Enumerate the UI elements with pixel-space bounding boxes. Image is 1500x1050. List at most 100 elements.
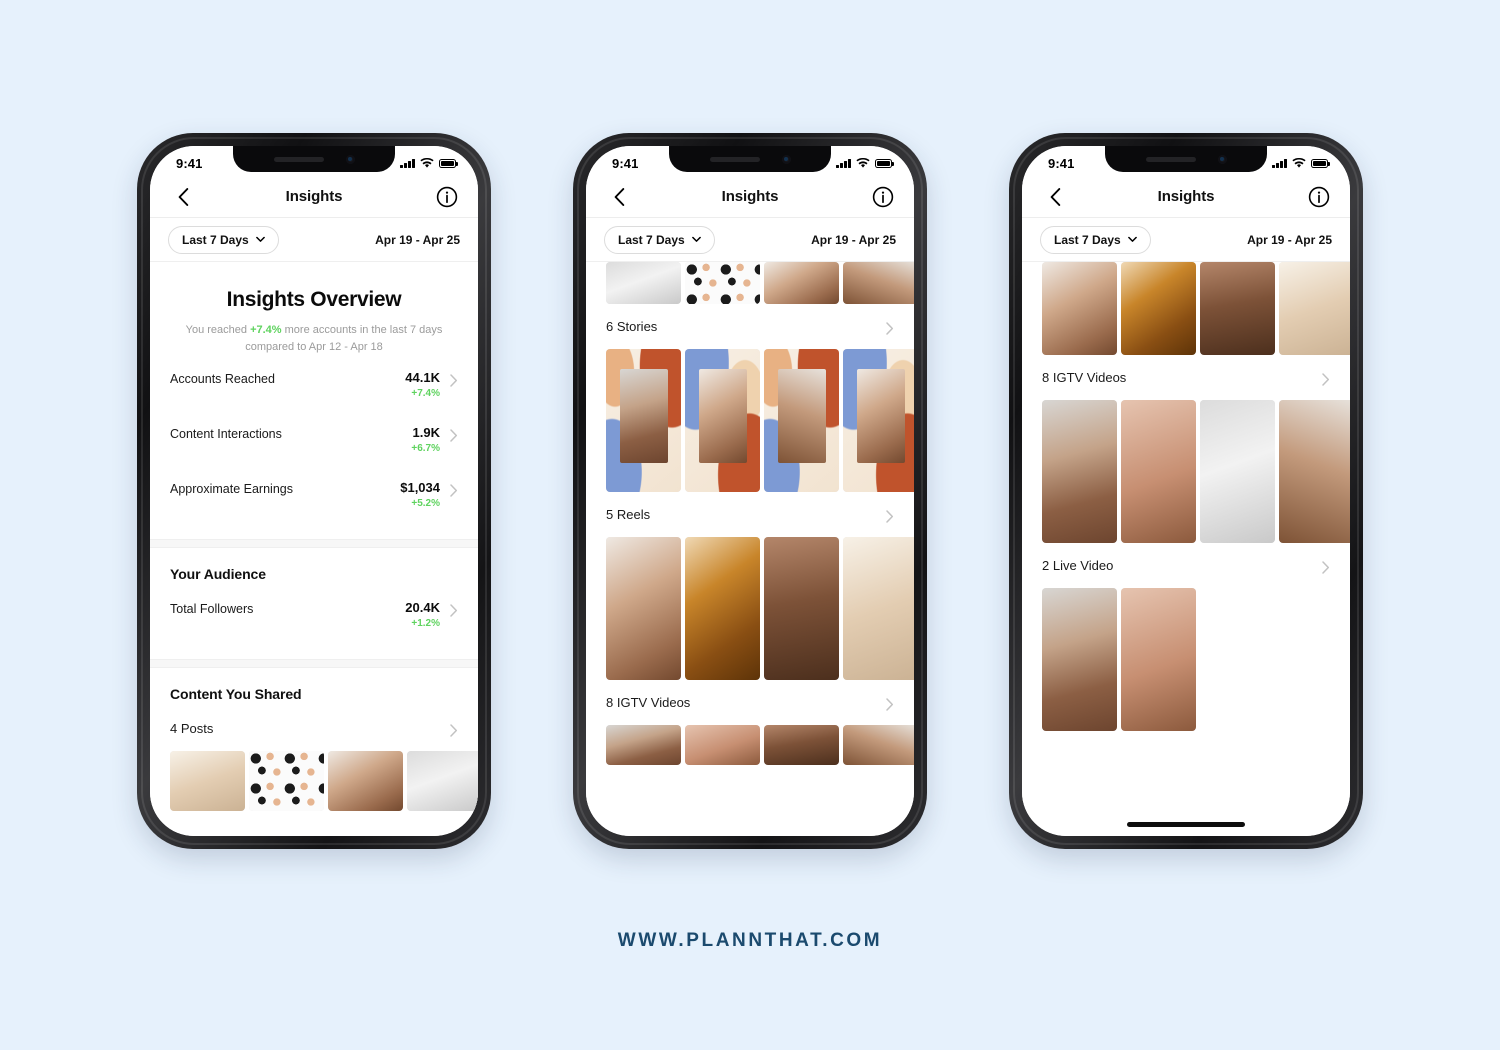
chevron-right-icon (886, 322, 894, 335)
story-thumbnail[interactable] (606, 349, 681, 492)
post-thumbnail[interactable] (685, 262, 760, 304)
metric-values: $1,034 +5.2% (400, 480, 440, 509)
date-range-selector[interactable]: Last 7 Days (168, 225, 279, 254)
igtv-section: 8 IGTV Videos (586, 680, 914, 723)
metric-value: 44.1K (405, 370, 440, 386)
date-range-selector-label: Last 7 Days (618, 232, 685, 247)
metric-delta: +1.2% (411, 618, 440, 630)
post-thumbnail[interactable] (764, 262, 839, 304)
stories-thumbnail-strip[interactable] (586, 347, 914, 492)
post-thumbnail[interactable] (249, 751, 324, 812)
live-video-thumbnail[interactable] (1042, 588, 1117, 731)
stories-section: 6 Stories (586, 304, 914, 347)
section-divider (150, 539, 478, 549)
reel-thumbnail[interactable] (1200, 262, 1275, 355)
igtv-thumbnail-strip[interactable] (1022, 398, 1350, 543)
date-range-selector[interactable]: Last 7 Days (1040, 225, 1151, 254)
metric-delta: +7.4% (411, 388, 440, 400)
igtv-thumbnail[interactable] (1200, 400, 1275, 543)
phone2-scroll-body[interactable]: 6 Stories 5 Reels 8 IGTV Videos (586, 262, 914, 836)
chevron-right-icon (1322, 373, 1330, 386)
posts-thumbnail-strip[interactable] (150, 749, 478, 812)
overview-title: Insights Overview (226, 288, 402, 311)
igtv-thumbnail[interactable] (764, 725, 839, 765)
metric-row[interactable]: Approximate Earnings $1,034 +5.2% (170, 466, 458, 521)
info-circle-icon (1308, 186, 1330, 207)
igtv-thumbnail[interactable] (606, 725, 681, 765)
reel-thumbnail[interactable] (843, 537, 914, 680)
content-row-igtv[interactable]: 8 IGTV Videos (606, 680, 894, 723)
reel-thumbnail[interactable] (1121, 262, 1196, 355)
reel-thumbnail[interactable] (1042, 262, 1117, 355)
info-button[interactable] (872, 186, 894, 208)
chevron-right-icon (886, 510, 894, 523)
live-video-thumbnail-strip[interactable] (1022, 586, 1350, 731)
reel-thumbnail[interactable] (1279, 262, 1350, 355)
live-video-section: 2 Live Video (1022, 543, 1350, 586)
reel-thumbnail[interactable] (685, 537, 760, 680)
phone3-scroll-body[interactable]: 8 IGTV Videos 2 Live Video (1022, 262, 1350, 836)
summary-highlight: +7.4% (250, 324, 282, 336)
reel-thumbnail[interactable] (764, 537, 839, 680)
post-thumbnail[interactable] (843, 262, 914, 304)
metric-row[interactable]: Total Followers 20.4K +1.2% (170, 586, 458, 641)
wifi-icon (856, 157, 870, 168)
chevron-down-icon (691, 236, 701, 242)
story-thumbnail[interactable] (843, 349, 914, 492)
metric-row[interactable]: Content Interactions 1.9K +6.7% (170, 411, 458, 466)
earpiece-speaker-icon (1145, 156, 1196, 162)
front-camera-icon (345, 154, 355, 164)
post-thumbnail[interactable] (606, 262, 681, 304)
metric-value: 20.4K (405, 600, 440, 616)
reels-thumbnail-strip[interactable] (1022, 262, 1350, 355)
audience-section: Your Audience Total Followers 20.4K +1.2… (150, 548, 478, 641)
metric-label: Accounts Reached (170, 372, 275, 387)
date-range-selector[interactable]: Last 7 Days (604, 225, 715, 254)
igtv-thumbnail[interactable] (1042, 400, 1117, 543)
info-button[interactable] (436, 186, 458, 208)
phone-mockup-1: 9:41 Insights Last 7 Days Apr 19 - Apr 2… (137, 133, 491, 849)
post-thumbnail[interactable] (170, 751, 245, 812)
date-range-selector-label: Last 7 Days (182, 232, 249, 247)
content-row-stories[interactable]: 6 Stories (606, 304, 894, 347)
filter-row: Last 7 Days Apr 19 - Apr 25 (1022, 218, 1350, 262)
post-thumbnail[interactable] (328, 751, 403, 812)
status-clock: 9:41 (1048, 155, 1075, 171)
status-icons (836, 157, 894, 169)
signal-bars-icon (836, 158, 851, 168)
info-button[interactable] (1308, 186, 1330, 208)
metric-row[interactable]: Accounts Reached 44.1K +7.4% (170, 356, 458, 411)
story-thumbnail[interactable] (764, 349, 839, 492)
wifi-icon (1292, 157, 1306, 168)
wifi-icon (420, 157, 434, 168)
content-row-igtv[interactable]: 8 IGTV Videos (1042, 355, 1330, 398)
igtv-thumbnail[interactable] (1279, 400, 1350, 543)
metric-values: 44.1K +7.4% (405, 370, 440, 399)
igtv-thumbnail-strip[interactable] (586, 723, 914, 765)
story-thumbnail[interactable] (685, 349, 760, 492)
metric-delta: +5.2% (411, 498, 440, 510)
section-title-audience: Your Audience (170, 566, 266, 583)
reel-thumbnail[interactable] (606, 537, 681, 680)
phone3-screen: 9:41 Insights Last 7 Days Apr 19 - Apr 2… (1022, 146, 1350, 836)
posts-thumbnail-strip[interactable] (586, 262, 914, 304)
content-row-reels[interactable]: 5 Reels (606, 492, 894, 535)
content-row-live-video[interactable]: 2 Live Video (1042, 543, 1330, 586)
igtv-thumbnail[interactable] (685, 725, 760, 765)
post-thumbnail[interactable] (407, 751, 478, 812)
igtv-thumbnail[interactable] (1121, 400, 1196, 543)
page-title: Insights (285, 188, 343, 205)
status-icons (400, 157, 458, 169)
nav-bar: Insights (586, 176, 914, 218)
phone1-scroll-body[interactable]: Insights Overview You reached +7.4% more… (150, 262, 478, 836)
chevron-right-icon (450, 724, 458, 737)
chevron-right-icon (450, 429, 458, 442)
content-shared-section: Content You Shared 4 Posts (150, 668, 478, 749)
content-row-posts[interactable]: 4 Posts (170, 706, 458, 749)
date-range-label: Apr 19 - Apr 25 (811, 232, 896, 247)
earpiece-speaker-icon (709, 156, 760, 162)
reels-thumbnail-strip[interactable] (586, 535, 914, 680)
igtv-thumbnail[interactable] (843, 725, 914, 765)
notch (669, 146, 831, 172)
live-video-thumbnail[interactable] (1121, 588, 1196, 731)
